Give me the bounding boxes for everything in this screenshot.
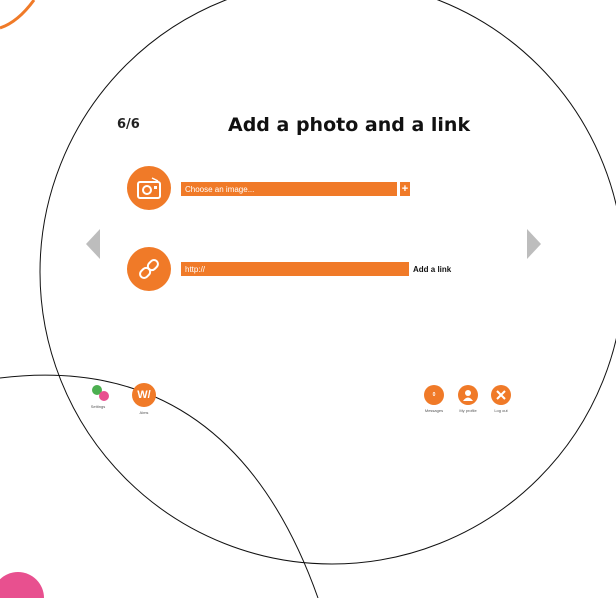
logo-button[interactable]: W/ bbox=[132, 383, 156, 407]
image-chooser-field[interactable]: Choose an image... bbox=[181, 182, 397, 196]
corner-arc-decoration bbox=[0, 0, 36, 30]
link-icon bbox=[127, 247, 171, 291]
messages-label: Messages bbox=[424, 408, 444, 413]
link-url-field[interactable]: http:// bbox=[181, 262, 409, 276]
chevron-right-icon[interactable] bbox=[527, 229, 541, 264]
profile-icon[interactable] bbox=[458, 385, 478, 405]
background-decoration bbox=[0, 0, 616, 598]
pink-blob-decoration bbox=[0, 572, 44, 598]
settings-label: Settings bbox=[90, 404, 106, 409]
logo-caption: Aims bbox=[139, 410, 149, 415]
camera-icon[interactable] bbox=[127, 166, 171, 210]
step-counter: 6/6 bbox=[117, 117, 140, 132]
profile-label: My profile bbox=[459, 408, 477, 413]
main-circle-frame bbox=[39, 0, 616, 565]
add-link-button[interactable]: Add a link bbox=[413, 265, 451, 274]
add-image-button[interactable]: + bbox=[400, 182, 410, 196]
chevron-left-icon[interactable] bbox=[86, 229, 100, 264]
logout-label: Log out bbox=[494, 408, 508, 413]
messages-icon[interactable]: 0 bbox=[424, 385, 444, 405]
page-title: Add a photo and a link bbox=[228, 114, 471, 136]
close-icon[interactable] bbox=[491, 385, 511, 405]
